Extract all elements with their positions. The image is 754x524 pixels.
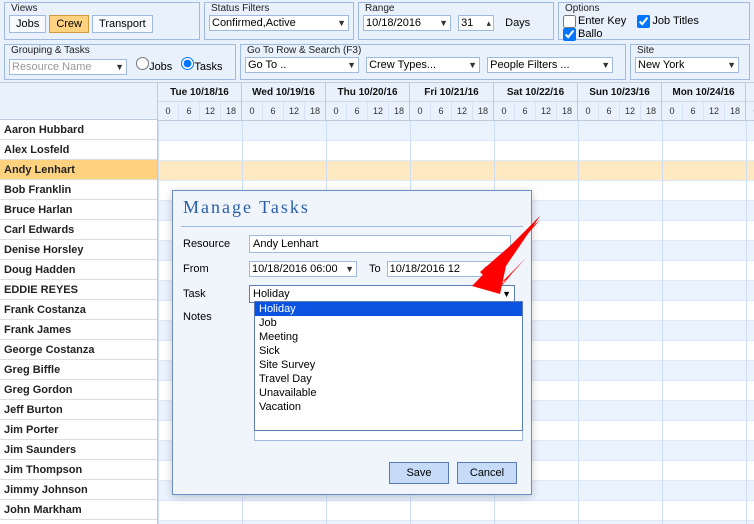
resource-row[interactable]: EDDIE REYES [0,280,157,300]
from-datetime[interactable]: 10/18/2016 06:00▼ [249,261,357,277]
day-column-header: Sat 10/22/16061218 [494,83,578,120]
chevron-down-icon: ▼ [601,60,610,70]
task-option[interactable]: Unavailable [255,386,522,400]
chevron-down-icon: ▼ [439,18,448,28]
resource-row[interactable]: Kenny Banya [0,520,157,524]
day-column-header: Wed 10/19/16061218 [242,83,326,120]
timeline-row[interactable] [158,161,754,181]
resource-input[interactable] [249,235,511,253]
to-datetime[interactable]: 10/18/2016 12▼ [387,261,495,277]
resource-row[interactable]: Jim Porter [0,420,157,440]
chevron-down-icon: ▼ [347,60,356,70]
resource-row[interactable]: Greg Gordon [0,380,157,400]
resource-row[interactable]: George Costanza [0,340,157,360]
grouping-group: Grouping & Tasks Resource Name▼ Jobs Tas… [4,44,236,80]
day-column-header: Thu 10/20/16061218 [326,83,410,120]
grouping-title: Grouping & Tasks [9,45,92,56]
cancel-button[interactable]: Cancel [457,462,517,484]
people-filters-dropdown[interactable]: People Filters ...▼ [487,57,613,73]
status-group: Status Filters Confirmed,Active ▼ [204,2,354,40]
resource-row[interactable]: Jim Saunders [0,440,157,460]
chevron-down-icon: ▼ [727,60,736,70]
task-option[interactable]: Site Survey [255,358,522,372]
goto-dropdown[interactable]: Go To ..▼ [245,57,359,73]
chevron-down-icon: ▼ [502,289,511,299]
resource-row[interactable]: Bob Franklin [0,180,157,200]
resource-row[interactable]: Frank Costanza [0,300,157,320]
crew-types-dropdown[interactable]: Crew Types...▼ [366,57,480,73]
manage-tasks-dialog: Manage Tasks Resource From 10/18/2016 06… [172,190,532,495]
enter-key-checkbox[interactable]: Enter Key [563,15,626,27]
range-days-input[interactable]: 31▴ [458,15,494,31]
day-column-header: Fri 10/21/16061218 [410,83,494,120]
task-label: Task [183,288,243,300]
task-option[interactable]: Holiday [255,302,522,316]
notes-label: Notes [183,311,243,323]
site-title: Site [635,45,656,56]
tab-transport[interactable]: Transport [92,15,153,33]
day-column-header: Tue 10/18/16061218 [158,83,242,120]
goto-group: Go To Row & Search (F3) Go To ..▼ Crew T… [240,44,626,80]
range-date[interactable]: 10/18/2016▼ [363,15,451,31]
to-label: To [369,263,381,275]
chevron-down-icon: ▼ [468,60,477,70]
resource-row[interactable]: Jim Thompson [0,460,157,480]
task-option[interactable]: Travel Day [255,372,522,386]
day-column-header: Tue 10/25/16061218 [746,83,754,120]
spinner-icon: ▴ [487,18,492,29]
options-title: Options [563,3,601,14]
resource-row[interactable]: Alex Losfeld [0,140,157,160]
status-dropdown[interactable]: Confirmed,Active ▼ [209,15,349,31]
resource-row[interactable]: Bruce Harlan [0,200,157,220]
options-group: Options Enter Key Job Titles Ballo [558,2,750,40]
resource-row[interactable]: Denise Horsley [0,240,157,260]
tasks-radio[interactable]: Tasks [181,61,222,73]
chevron-down-icon: ▼ [115,62,124,72]
resource-row[interactable]: Jeff Burton [0,400,157,420]
status-title: Status Filters [209,3,271,14]
task-option[interactable]: Vacation [255,400,522,414]
views-title: Views [9,3,40,14]
site-group: Site New York▼ [630,44,750,80]
site-dropdown[interactable]: New York▼ [635,57,739,73]
task-dropdown-list[interactable]: HolidayJobMeetingSickSite SurveyTravel D… [254,301,523,431]
task-option[interactable]: Meeting [255,330,522,344]
resource-row[interactable]: Doug Hadden [0,260,157,280]
resource-label: Resource [183,238,243,250]
day-column-header: Mon 10/24/16061218 [662,83,746,120]
task-option[interactable]: Sick [255,344,522,358]
from-label: From [183,263,243,275]
goto-title: Go To Row & Search (F3) [245,45,363,56]
resource-row[interactable]: Greg Biffle [0,360,157,380]
days-label: Days [505,17,530,29]
timeline-row[interactable] [158,501,754,521]
day-column-header: Sun 10/23/16061218 [578,83,662,120]
save-button[interactable]: Save [389,462,449,484]
resource-row[interactable]: Frank James [0,320,157,340]
left-spacer [0,83,157,120]
dialog-title: Manage Tasks [173,191,531,226]
resource-name-dropdown[interactable]: Resource Name▼ [9,59,127,75]
resource-row[interactable]: John Markham [0,500,157,520]
task-option[interactable]: Job [255,316,522,330]
range-group: Range 10/18/2016▼ 31▴ Days [358,2,554,40]
jobs-radio[interactable]: Jobs [136,61,172,73]
resource-row[interactable]: Jimmy Johnson [0,480,157,500]
chevron-down-icon: ▼ [345,264,354,274]
resource-row[interactable]: Aaron Hubbard [0,120,157,140]
timeline-row[interactable] [158,121,754,141]
resource-row[interactable]: Andy Lenhart [0,160,157,180]
tab-jobs[interactable]: Jobs [9,15,46,33]
resource-list: Aaron HubbardAlex LosfeldAndy LenhartBob… [0,83,158,524]
status-value: Confirmed,Active [212,17,296,29]
timeline-row[interactable] [158,141,754,161]
ballo-checkbox[interactable]: Ballo [563,28,602,40]
chevron-down-icon: ▼ [337,18,346,28]
job-titles-checkbox[interactable]: Job Titles [637,15,698,27]
tab-crew[interactable]: Crew [49,15,89,33]
range-title: Range [363,3,396,14]
chevron-down-icon: ▼ [483,264,492,274]
resource-row[interactable]: Carl Edwards [0,220,157,240]
views-group: Views Jobs Crew Transport [4,2,200,40]
